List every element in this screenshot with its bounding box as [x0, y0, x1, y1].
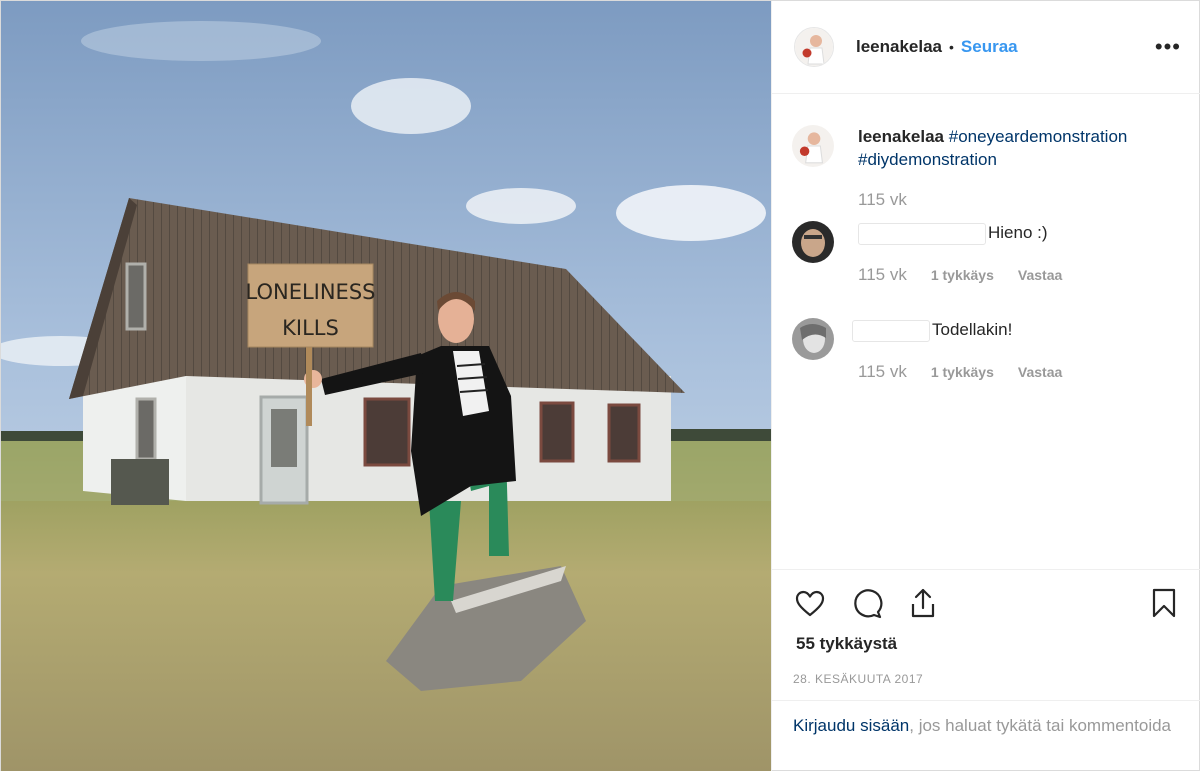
comment-likes[interactable]: 1 tykkäys: [931, 364, 994, 380]
commenter-avatar[interactable]: [792, 221, 834, 263]
sign-text-line-1: LONELINESS: [246, 280, 376, 304]
post-header: leenakelaa • Seuraa •••: [772, 1, 1200, 94]
more-options-icon[interactable]: •••: [1155, 36, 1181, 58]
comments-section: leenakelaa #oneyeardemonstration #diydem…: [772, 94, 1200, 569]
post-photo[interactable]: LONELINESS KILLS: [1, 1, 771, 771]
comment-time[interactable]: 115 vk: [858, 265, 907, 285]
comment-icon[interactable]: [851, 588, 883, 620]
comment-meta: 115 vk 1 tykkäys Vastaa: [858, 265, 1062, 285]
hashtag-diydemonstration[interactable]: #diydemonstration: [858, 150, 997, 169]
photo-scene: LONELINESS KILLS: [1, 1, 771, 771]
comment-item: Todellakin! 115 vk 1 tykkäys Vastaa: [792, 318, 1192, 388]
post-sidebar: leenakelaa • Seuraa ••• leenakelaa #oney…: [771, 1, 1200, 771]
caption-text: leenakelaa #oneyeardemonstration #diydem…: [858, 125, 1127, 171]
hashtag-oneyeardemonstration[interactable]: #oneyeardemonstration: [949, 127, 1128, 146]
comment-item: Hieno :) 115 vk 1 tykkäys Vastaa: [792, 221, 1192, 291]
reply-button[interactable]: Vastaa: [1018, 364, 1062, 380]
bookmark-icon[interactable]: [1148, 587, 1180, 619]
login-prompt-text: , jos haluat tykätä tai kommentoida: [909, 716, 1171, 735]
hidden-commenter-name[interactable]: [852, 319, 930, 342]
comment-time[interactable]: 115 vk: [858, 362, 907, 382]
heart-icon[interactable]: [794, 588, 826, 620]
login-prompt: Kirjaudu sisään, jos haluat tykätä tai k…: [772, 700, 1200, 771]
caption-username[interactable]: leenakelaa: [858, 127, 944, 146]
commenter-avatar[interactable]: [792, 318, 834, 360]
separator-dot: •: [949, 39, 954, 55]
comment-text: Todellakin!: [852, 318, 1012, 342]
sign-text-line-2: KILLS: [282, 316, 339, 340]
hidden-commenter-name[interactable]: [858, 222, 986, 245]
like-count[interactable]: 55 tykkäystä: [796, 634, 897, 654]
action-bar: 55 tykkäystä 28. KESÄKUUTA 2017 Kirjaudu…: [772, 569, 1200, 771]
caption-meta: 115 vk: [858, 190, 907, 210]
caption-avatar[interactable]: [792, 125, 834, 167]
header-username[interactable]: leenakelaa: [856, 37, 942, 57]
reply-button[interactable]: Vastaa: [1018, 267, 1062, 283]
follow-button[interactable]: Seuraa: [961, 37, 1018, 57]
comment-body: Todellakin!: [932, 320, 1013, 339]
caption-time[interactable]: 115 vk: [858, 190, 907, 210]
comment-body: Hieno :): [988, 223, 1048, 242]
comment-likes[interactable]: 1 tykkäys: [931, 267, 994, 283]
login-link[interactable]: Kirjaudu sisään: [793, 716, 909, 735]
post-date[interactable]: 28. KESÄKUUTA 2017: [793, 672, 923, 686]
caption: leenakelaa #oneyeardemonstration #diydem…: [792, 125, 1192, 225]
comment-meta: 115 vk 1 tykkäys Vastaa: [858, 362, 1062, 382]
avatar[interactable]: [794, 27, 834, 67]
comment-text: Hieno :): [858, 221, 1048, 245]
instagram-post: LONELINESS KILLS leenakelaa • Seuraa •••: [0, 0, 1200, 771]
share-icon[interactable]: [907, 587, 939, 619]
